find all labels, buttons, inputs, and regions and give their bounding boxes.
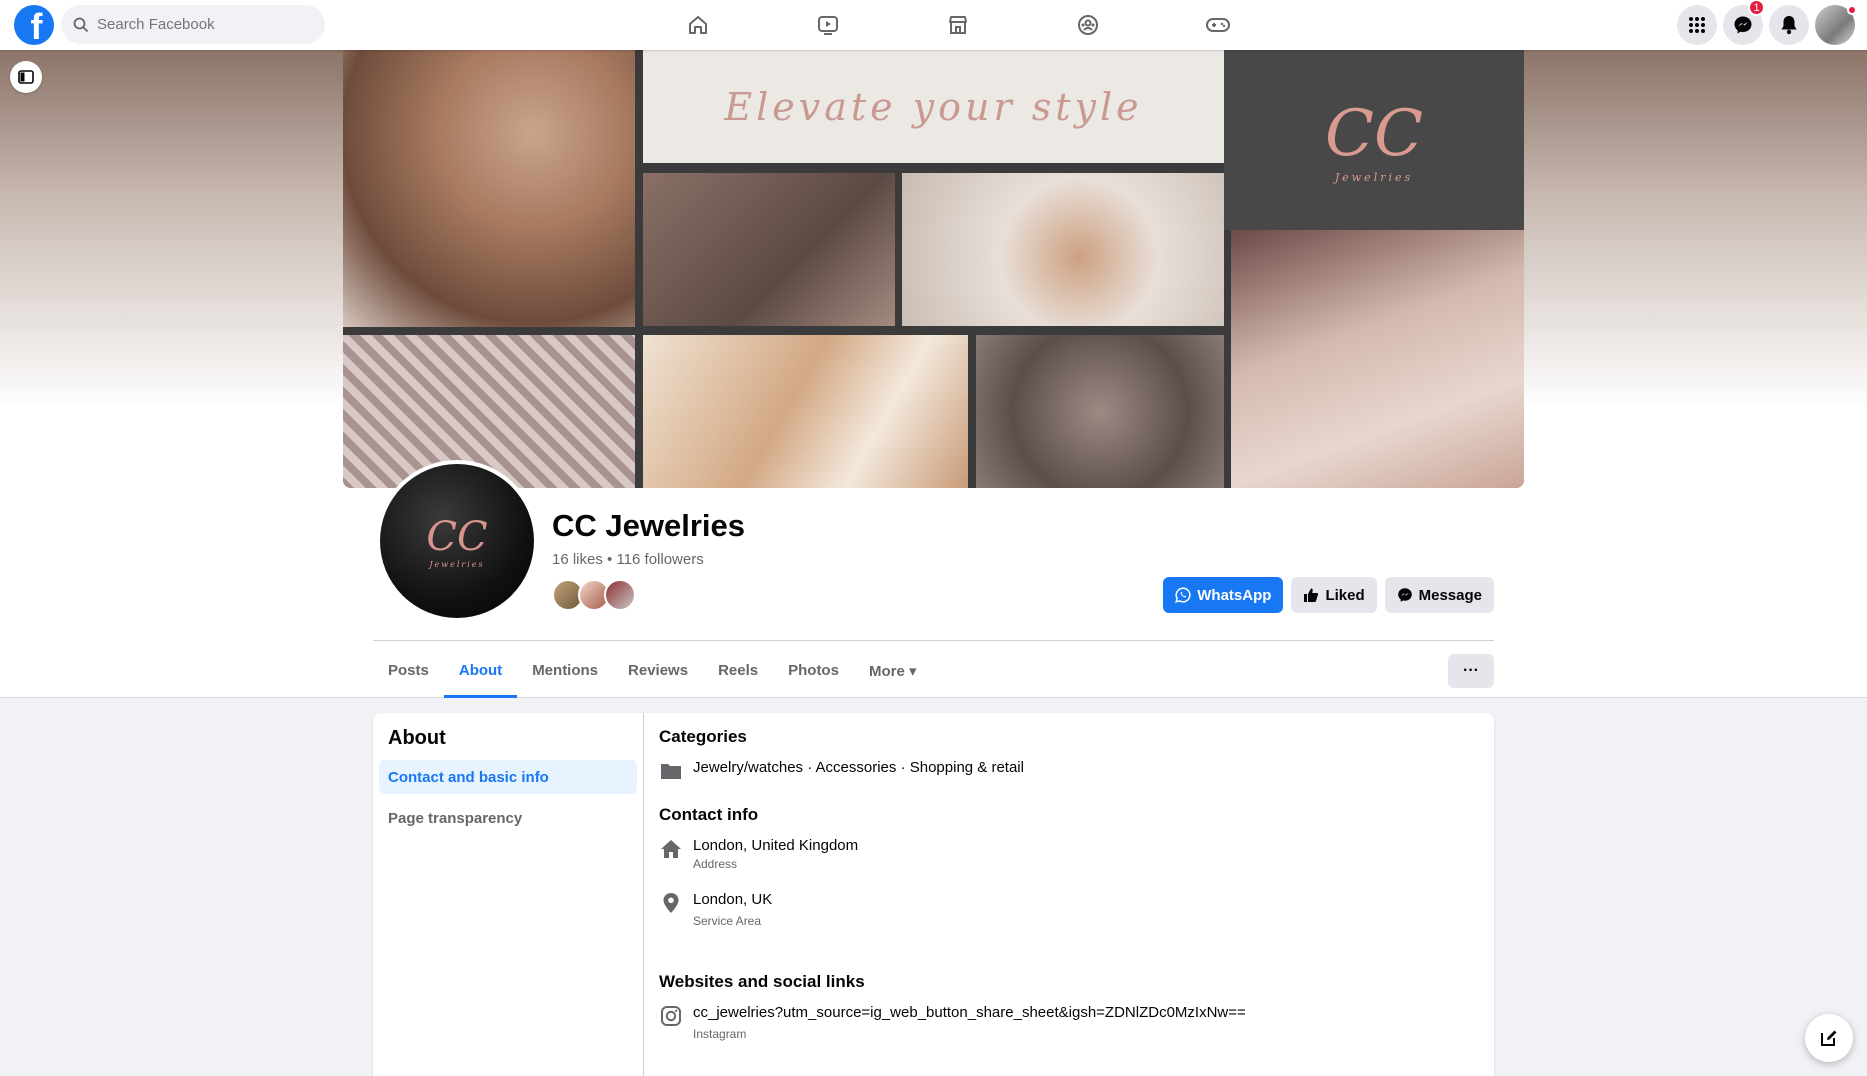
account-controls: 1 (1677, 0, 1857, 45)
cover-tile-flowers (643, 173, 895, 326)
sidebar-toggle-icon (18, 70, 34, 84)
message-button[interactable]: Message (1384, 577, 1494, 613)
bell-icon (1781, 16, 1797, 35)
profile-logo-text: CC (426, 513, 488, 560)
cover-tile-bracelet (1231, 230, 1524, 488)
liked-button[interactable]: Liked (1291, 577, 1377, 613)
tab-more[interactable]: More ▾ (854, 643, 932, 698)
contact-info-heading: Contact info (659, 805, 759, 824)
address-label: Address (693, 857, 738, 871)
tab-about[interactable]: About (443, 643, 518, 698)
address-row: London, United Kingdom Address (659, 837, 1479, 871)
cover-logo-sub: Jewelries (1334, 170, 1414, 184)
about-content: Categories Jewelry/watches · Accessories… (644, 713, 1494, 1076)
page-header: Elevate your style CC Jewelries CC Jewel… (0, 50, 1867, 698)
account-notification-dot (1847, 5, 1857, 15)
about-nav-page-transparency[interactable]: Page transparency (379, 801, 637, 835)
menu-button[interactable] (1677, 5, 1717, 45)
page-title: CC Jewelries (552, 508, 745, 543)
messenger-icon (1397, 588, 1412, 602)
page-actions: WhatsApp Liked Message (1163, 577, 1494, 613)
search-box[interactable] (61, 5, 325, 44)
facebook-logo[interactable]: f (14, 5, 54, 45)
whatsapp-label: WhatsApp (1197, 586, 1272, 604)
tab-reviews[interactable]: Reviews (613, 643, 703, 698)
categories-row: Jewelry/watches · Accessories · Shopping… (659, 759, 1479, 783)
service-area-value: London, UK (693, 891, 773, 908)
tab-mentions[interactable]: Mentions (517, 643, 613, 698)
instagram-label: Instagram (693, 1027, 747, 1041)
cover-tile-silk (643, 335, 968, 488)
watch-icon (818, 16, 838, 35)
profile-logo-sub: Jewelries (429, 559, 485, 569)
categories-heading: Categories (659, 727, 747, 746)
cover-tile-earring (343, 50, 635, 327)
cover-photo[interactable]: Elevate your style CC Jewelries (343, 50, 1524, 488)
grid-menu-icon (1689, 17, 1705, 33)
categories-value: Jewelry/watches · Accessories · Shopping… (693, 759, 1024, 776)
nav-marketplace[interactable] (893, 0, 1023, 50)
websites-heading: Websites and social links (659, 972, 865, 991)
home-icon (689, 16, 707, 34)
about-nav-contact-info[interactable]: Contact and basic info (379, 760, 637, 794)
top-navigation-bar: f 1 (0, 0, 1867, 50)
nav-gaming[interactable] (1153, 0, 1283, 50)
messenger-icon (1734, 16, 1752, 34)
whatsapp-button[interactable]: WhatsApp (1163, 577, 1284, 613)
tab-reels[interactable]: Reels (703, 643, 773, 698)
whatsapp-icon (1175, 587, 1191, 603)
instagram-row: cc_jewelries?utm_source=ig_web_button_sh… (659, 1004, 1479, 1041)
cover-tagline: Elevate your style (724, 84, 1143, 129)
messenger-button[interactable]: 1 (1723, 0, 1765, 45)
more-options-button[interactable]: ··· (1448, 654, 1494, 688)
cover-tile-logo: CC Jewelries (1224, 50, 1524, 230)
main-nav (633, 0, 1283, 50)
folder-icon (659, 759, 683, 783)
location-pin-icon (659, 891, 683, 915)
about-heading: About (388, 727, 446, 749)
address-value: London, United Kingdom (693, 837, 859, 854)
search-icon (73, 17, 89, 32)
about-sidebar: About Contact and basic info Page transp… (373, 713, 644, 1076)
nav-groups[interactable] (1023, 0, 1153, 50)
friend-avatar[interactable] (604, 579, 636, 611)
service-area-label: Service Area (693, 914, 762, 928)
profile-logo: CC Jewelries (380, 464, 534, 618)
about-card: About Contact and basic info Page transp… (373, 713, 1494, 1076)
thumbs-up-icon (1304, 588, 1319, 602)
friend-avatars[interactable] (552, 579, 636, 611)
cover-tile-tagline: Elevate your style (643, 50, 1224, 163)
compose-icon (1821, 1030, 1837, 1046)
cover-tile-crystals (343, 335, 635, 488)
liked-label: Liked (1325, 586, 1365, 604)
tab-posts[interactable]: Posts (373, 643, 444, 698)
account-avatar[interactable] (1815, 5, 1857, 45)
profile-picture[interactable]: CC Jewelries (376, 460, 538, 622)
notifications-button[interactable] (1769, 5, 1809, 45)
header-divider (373, 640, 1494, 641)
sidebar-toggle-button[interactable] (10, 61, 42, 93)
cover-logo-text: CC (1325, 96, 1423, 171)
messenger-badge: 1 (1748, 0, 1765, 16)
page-tabs: Posts About Mentions Reviews Reels Photo… (373, 643, 932, 698)
instagram-link[interactable]: cc_jewelries?utm_source=ig_web_button_sh… (693, 1004, 1246, 1022)
home-icon (659, 837, 683, 861)
message-label: Message (1418, 586, 1482, 604)
service-area-row: London, UK Service Area (659, 891, 1479, 928)
cover-tile-droplets (976, 335, 1224, 488)
cover-tile-bangle (902, 173, 1224, 326)
search-input[interactable] (97, 16, 297, 33)
nav-watch[interactable] (763, 0, 893, 50)
nav-home[interactable] (633, 0, 763, 50)
groups-icon (1078, 15, 1098, 35)
marketplace-icon (949, 16, 967, 34)
page-stats[interactable]: 16 likes • 116 followers (552, 551, 704, 568)
new-message-button[interactable] (1805, 1014, 1853, 1062)
instagram-icon (659, 1004, 683, 1028)
tab-photos[interactable]: Photos (773, 643, 854, 698)
gaming-icon (1206, 18, 1230, 32)
